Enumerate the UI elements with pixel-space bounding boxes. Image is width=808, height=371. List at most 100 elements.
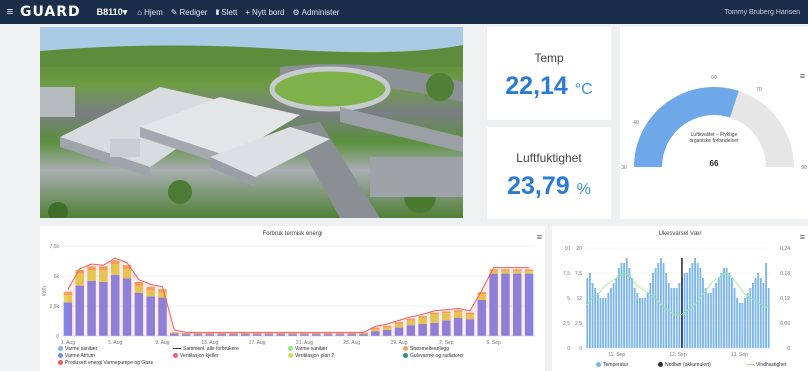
temperature-bar[interactable]: [704, 288, 707, 348]
temperature-bar[interactable]: [707, 293, 710, 348]
legend-item[interactable]: Gulvvarme og radiatorer: [403, 353, 464, 359]
nav-new-board[interactable]: + Nytt bord: [245, 8, 284, 17]
temperature-bar[interactable]: [675, 288, 678, 348]
legend-item[interactable]: Snøsmelteanlegg: [403, 346, 449, 352]
temperature-bar[interactable]: [628, 268, 631, 348]
temperature-bar[interactable]: [662, 263, 665, 348]
temperature-bar[interactable]: [599, 298, 602, 348]
temperature-bar[interactable]: [670, 288, 673, 348]
temperature-bar[interactable]: [683, 273, 686, 348]
temperature-bar[interactable]: [657, 263, 660, 348]
temperature-title: Temp: [534, 51, 564, 65]
temperature-bar[interactable]: [694, 258, 697, 348]
temperature-bar[interactable]: [673, 288, 675, 348]
temperature-bar[interactable]: [744, 298, 746, 348]
temperature-bar[interactable]: [652, 273, 654, 348]
y-outer-tick-label: 0: [567, 346, 570, 352]
temperature-bar[interactable]: [720, 273, 723, 348]
temperature-bar[interactable]: [633, 288, 636, 348]
temperature-bar[interactable]: [702, 278, 704, 348]
legend-item[interactable]: Produsert energi Varmepumpe og Gass: [58, 360, 153, 366]
temperature-bar[interactable]: [623, 263, 626, 348]
temperature-bar[interactable]: [699, 268, 702, 348]
gauge-label-line2: organiske forbindelser: [689, 138, 739, 144]
legend-item[interactable]: Varme sanitær: [288, 346, 327, 352]
temperature-bar[interactable]: [620, 263, 623, 348]
legend-item[interactable]: Nedbør (akkumulert): [658, 362, 711, 368]
temperature-bar[interactable]: [751, 283, 754, 348]
temperature-bar[interactable]: [746, 293, 749, 348]
temperature-bar[interactable]: [709, 293, 712, 348]
temperature-bar[interactable]: [688, 268, 691, 348]
temperature-bar[interactable]: [754, 278, 757, 348]
temperature-bar[interactable]: [738, 303, 741, 348]
x-tick-label: 12. Sep: [669, 352, 686, 358]
temperature-bar[interactable]: [636, 293, 639, 348]
temperature-bar[interactable]: [641, 298, 644, 348]
temperature-bar[interactable]: [617, 268, 620, 348]
temperature-bar[interactable]: [717, 278, 720, 348]
temperature-bar[interactable]: [591, 283, 594, 348]
temperature-bar[interactable]: [741, 303, 744, 348]
legend-swatch: [596, 362, 601, 368]
temperature-bar[interactable]: [646, 293, 649, 348]
temperature-bar[interactable]: [757, 273, 760, 348]
temperature-bar[interactable]: [759, 278, 762, 348]
temperature-bar[interactable]: [730, 278, 733, 348]
temperature-bar[interactable]: [723, 268, 725, 348]
temperature-bar[interactable]: [644, 298, 647, 348]
temperature-bar[interactable]: [615, 278, 618, 348]
temperature-bar[interactable]: [665, 273, 668, 348]
temperature-bar[interactable]: [596, 293, 599, 348]
temperature-bar[interactable]: [612, 283, 615, 348]
user-name[interactable]: Tommy Bruberg Hansen: [725, 9, 800, 16]
temperature-bar[interactable]: [659, 258, 662, 348]
humidity-value: 23,79: [507, 172, 570, 200]
temperature-bar[interactable]: [767, 288, 770, 348]
temperature-bar[interactable]: [678, 283, 681, 348]
temperature-bar[interactable]: [733, 288, 736, 348]
temperature-bar[interactable]: [696, 263, 699, 348]
temperature-value-row: 22,14 °C: [487, 72, 611, 101]
legend-item[interactable]: Ventilasjon kjeller: [173, 353, 219, 359]
temperature-bar[interactable]: [602, 298, 605, 348]
legend-item[interactable]: Varme sanitær: [58, 346, 97, 352]
temperature-bar[interactable]: [610, 288, 612, 348]
legend-item[interactable]: Temperatur: [596, 362, 628, 368]
temperature-bar[interactable]: [762, 283, 765, 348]
legend-swatch: [288, 353, 293, 359]
temperature-bar[interactable]: [586, 278, 589, 348]
temperature-bar[interactable]: [638, 298, 641, 348]
legend-item[interactable]: Varme Atrium: [58, 353, 95, 359]
temperature-bar[interactable]: [607, 293, 610, 348]
building-selector[interactable]: B8110▾: [97, 7, 128, 18]
temperature-bar[interactable]: [589, 273, 591, 348]
temperature-bar[interactable]: [765, 263, 767, 348]
temperature-bar[interactable]: [625, 258, 628, 348]
temperature-bar[interactable]: [604, 298, 607, 348]
temperature-bar[interactable]: [725, 268, 728, 348]
temperature-bar[interactable]: [715, 283, 718, 348]
nav-delete[interactable]: ▮ Slett: [215, 8, 237, 17]
nav-edit[interactable]: ✎ Rediger: [171, 8, 208, 17]
temperature-bar[interactable]: [712, 288, 715, 348]
temperature-bar[interactable]: [667, 283, 670, 348]
legend-item[interactable]: Ventilasjon plan 2: [288, 353, 334, 359]
hamburger-menu-icon[interactable]: ≡: [0, 6, 20, 18]
guard-logo[interactable]: GUARD: [20, 4, 81, 20]
precipitation-bar[interactable]: [681, 258, 683, 348]
temperature-bar[interactable]: [631, 278, 633, 348]
legend-item[interactable]: Vindhastighet: [746, 362, 786, 368]
temperature-bar[interactable]: [654, 268, 657, 348]
temperature-bar[interactable]: [728, 273, 731, 348]
temperature-bar[interactable]: [649, 283, 652, 348]
nav-admin[interactable]: ⚙ Administer: [292, 8, 339, 17]
temperature-bar[interactable]: [736, 298, 739, 348]
aerial-photo-illustration: [40, 27, 463, 218]
legend-label: Ventilasjon kjeller: [180, 353, 219, 359]
y-tick-label: 0: [56, 334, 59, 340]
legend-swatch: [173, 353, 178, 359]
nav-home[interactable]: ⌂ Hjem: [137, 8, 163, 17]
legend-item[interactable]: Sammenl. alle forbrukere: [173, 346, 239, 352]
temperature-bar[interactable]: [691, 263, 694, 348]
